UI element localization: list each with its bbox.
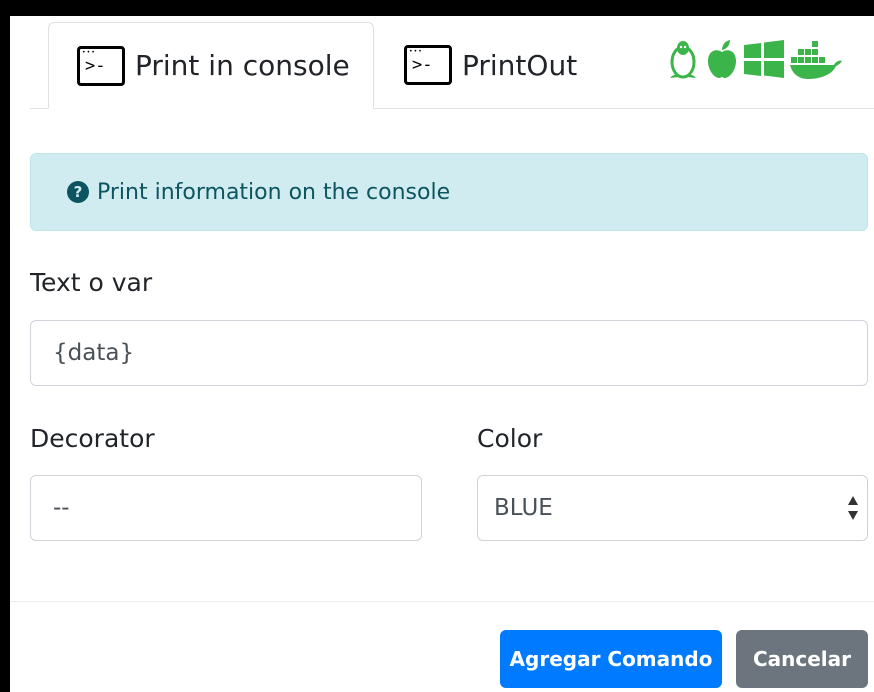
- info-text: Print information on the console: [97, 179, 451, 205]
- windows-icon: [744, 40, 784, 78]
- decorator-label: Decorator: [30, 424, 155, 453]
- apple-icon: [708, 40, 736, 78]
- decorator-value: --: [53, 495, 70, 521]
- linux-icon: [670, 41, 696, 79]
- info-alert: ? Print information on the console: [30, 153, 868, 231]
- docker-icon: [790, 41, 842, 79]
- color-select[interactable]: BLUE: [477, 475, 868, 541]
- color-label: Color: [477, 424, 543, 453]
- text-var-value: {data}: [53, 340, 135, 366]
- tab-label: Print in console: [135, 49, 350, 82]
- add-command-button[interactable]: Agregar Comando: [500, 630, 722, 688]
- color-selected-value: BLUE: [494, 495, 553, 521]
- window-frame-left: [0, 0, 10, 692]
- tab-label: PrintOut: [462, 48, 578, 82]
- text-var-input[interactable]: {data}: [30, 320, 868, 386]
- command-dialog: ••• >- Print in console ••• >- PrintOut: [0, 0, 874, 692]
- tab-printout[interactable]: ••• >- PrintOut: [404, 22, 624, 108]
- cancel-button[interactable]: Cancelar: [736, 630, 868, 688]
- terminal-icon: ••• >-: [77, 45, 125, 86]
- terminal-icon: ••• >-: [404, 45, 452, 85]
- window-frame-top: [0, 0, 874, 16]
- question-circle-icon: ?: [67, 181, 89, 203]
- decorator-input[interactable]: --: [30, 475, 422, 541]
- text-var-label: Text o var: [30, 268, 153, 297]
- footer-divider: [10, 601, 874, 602]
- select-arrows-icon: [848, 496, 858, 520]
- os-icons: [666, 38, 842, 80]
- tab-print-in-console[interactable]: ••• >- Print in console: [48, 22, 374, 109]
